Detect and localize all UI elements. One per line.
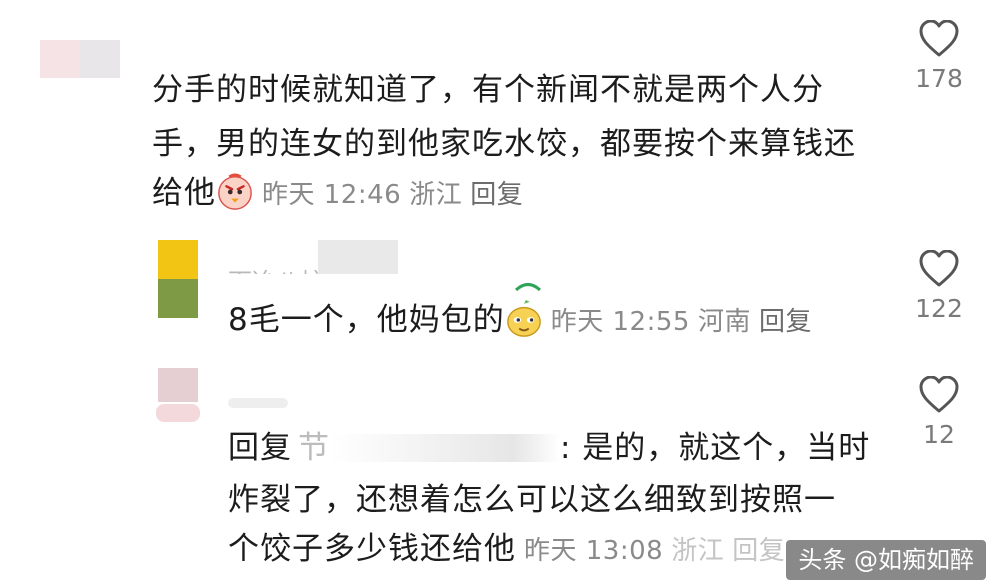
comment-text-line: 手，男的连女的到他家吃水饺，都要按个来算钱还: [152, 126, 856, 162]
comment-location: 浙江: [409, 180, 463, 210]
heart-outline-icon[interactable]: [919, 376, 959, 414]
mention-link[interactable]: 节: [298, 430, 560, 466]
reply-button[interactable]: 回复: [732, 536, 785, 566]
like-count: 12: [923, 420, 955, 449]
comment-text-line-with-meta: 给他 昨天 12:46 浙江 回复: [152, 173, 523, 215]
heart-outline-icon[interactable]: [919, 20, 959, 58]
mention-partial: 节: [298, 430, 330, 466]
watermark: 头条 @如痴如醉: [786, 540, 986, 580]
comment-text-line-with-meta: 个饺子多少钱还给他 昨天 13:08 浙江 回复: [228, 529, 785, 571]
comment-location: 浙江: [671, 536, 725, 566]
heart-outline-icon[interactable]: [919, 250, 959, 288]
username-blurred: 下冶八炉: [228, 240, 398, 274]
like-control[interactable]: 178: [894, 20, 984, 93]
comment-text: : 是的，就这个，当时: [560, 430, 871, 466]
like-count: 178: [915, 64, 963, 93]
angry-chick-emoji-icon: [218, 173, 252, 210]
avatar[interactable]: [40, 40, 120, 78]
comment-text-line-with-meta: 8毛一个，他妈包的 昨天 12:55 河南 回复: [228, 300, 812, 342]
avatar[interactable]: [158, 240, 198, 318]
reply-button[interactable]: 回复: [759, 307, 812, 337]
avatar[interactable]: [156, 368, 200, 422]
comment-time: 昨天 12:55: [550, 307, 690, 337]
sprout-badge-icon: [514, 276, 542, 292]
comment-text-line: 分手的时候就知道了，有个新闻不就是两个人分: [152, 72, 824, 108]
comment-time: 昨天 12:46: [262, 180, 402, 210]
reply-prefix: 回复: [228, 430, 292, 466]
like-control[interactable]: 12: [894, 376, 984, 449]
username-blurred: [228, 398, 288, 408]
comment-text-line: 炸裂了，还想着怎么可以这么细致到按照一: [228, 482, 836, 518]
comment-text: 8毛一个，他妈包的: [228, 302, 505, 338]
comment-location: 河南: [697, 307, 751, 337]
smug-pear-emoji-icon: [506, 300, 541, 337]
comment-text-line: 回复节 : 是的，就这个，当时: [228, 428, 870, 468]
username: 下冶八炉: [228, 262, 324, 274]
reply-button[interactable]: 回复: [470, 180, 523, 210]
like-control[interactable]: 122: [894, 250, 984, 323]
like-count: 122: [915, 294, 963, 323]
comment-text: 个饺子多少钱还给他: [228, 531, 516, 567]
comment-time: 昨天 13:08: [524, 536, 664, 566]
comment-text: 给他: [152, 175, 216, 211]
